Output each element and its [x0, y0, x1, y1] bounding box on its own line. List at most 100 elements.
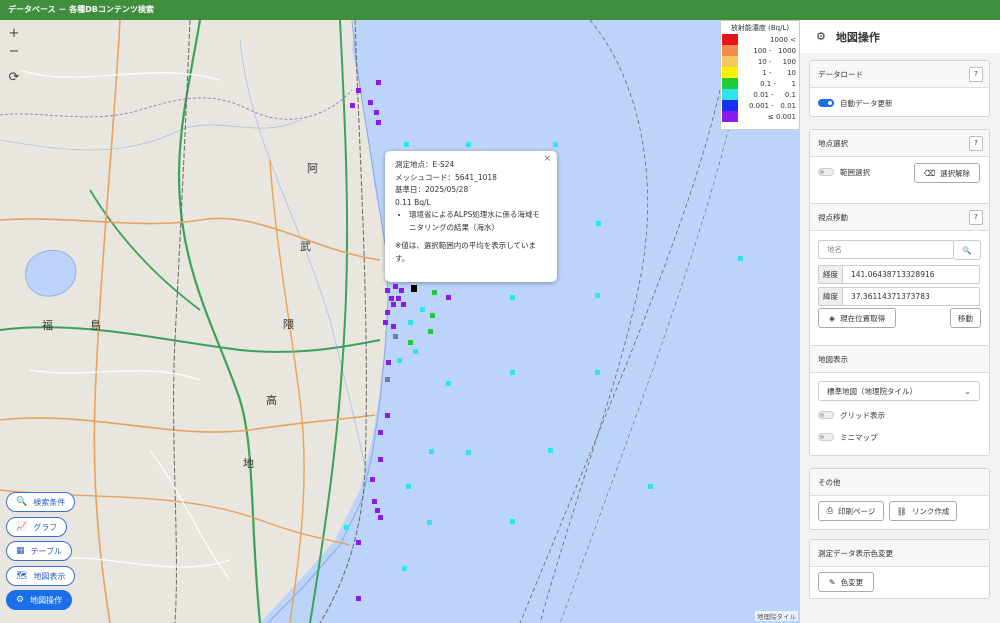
reset-view-icon[interactable]: ⟳	[4, 68, 24, 88]
toggle-switch-off[interactable]	[818, 411, 834, 419]
measurement-point[interactable]	[510, 519, 515, 524]
measurement-point[interactable]	[368, 100, 373, 105]
measurement-point[interactable]	[378, 430, 383, 435]
measurement-point[interactable]	[430, 313, 435, 318]
measurement-point[interactable]	[374, 110, 379, 115]
measurement-point[interactable]	[404, 142, 409, 147]
search-conditions-button[interactable]: 🔍 検索条件	[6, 492, 76, 512]
measurement-point[interactable]	[356, 596, 361, 601]
measurement-point[interactable]	[408, 320, 413, 325]
selected-point-marker[interactable]	[411, 285, 417, 292]
measurement-point[interactable]	[420, 307, 425, 312]
longitude-field[interactable]: 経度 141.06438713328916	[818, 265, 980, 284]
grid-toggle[interactable]: グリッド表示	[818, 408, 885, 422]
measurement-point[interactable]	[397, 358, 402, 363]
measurement-point[interactable]	[370, 477, 375, 482]
measurement-point[interactable]	[344, 525, 349, 530]
measurement-point[interactable]	[595, 370, 600, 375]
latitude-field[interactable]: 緯度 37.36114371373783	[818, 287, 980, 306]
toggle-switch-on[interactable]	[818, 99, 834, 107]
measurement-point[interactable]	[596, 221, 601, 226]
measurement-point[interactable]	[548, 448, 553, 453]
current-location-button[interactable]: ◈ 現在位置取得	[818, 308, 896, 328]
legend-label: 100 - 1000	[753, 46, 796, 55]
popup-date: 基準日：2025/05/28	[395, 185, 469, 194]
measurement-point[interactable]	[385, 377, 390, 382]
measurement-point[interactable]	[378, 457, 383, 462]
measurement-point[interactable]	[408, 340, 413, 345]
measurement-point[interactable]	[428, 329, 433, 334]
legend-row: 0.1 - 1	[721, 78, 799, 89]
search-conditions-label: 検索条件	[33, 497, 66, 507]
measurement-point[interactable]	[383, 320, 388, 325]
measurement-point[interactable]	[510, 295, 515, 300]
measurement-point[interactable]	[595, 293, 600, 298]
measurement-point[interactable]	[466, 142, 471, 147]
measurement-point[interactable]	[466, 450, 471, 455]
view-move-card: 視点移動? 地名 🔍 経度 141.06438713328916 緯度 37.361…	[809, 203, 990, 353]
popup-mesh: メッシュコード：5641_1018	[395, 172, 497, 182]
point-select-help-button[interactable]: ?	[969, 136, 983, 151]
clear-selection-button[interactable]: ⌫ 選択解除	[914, 163, 980, 183]
measurement-point[interactable]	[385, 413, 390, 418]
color-change-button[interactable]: ✎ 色変更	[818, 572, 874, 592]
place-search-button[interactable]: 🔍	[953, 240, 981, 260]
measurement-point[interactable]	[375, 508, 380, 513]
measurement-point[interactable]	[376, 80, 381, 85]
table-button[interactable]: ▦ テーブル	[6, 541, 73, 561]
move-button[interactable]: 移動	[950, 308, 981, 328]
measurement-point[interactable]	[446, 381, 451, 386]
data-load-help-button[interactable]: ?	[969, 67, 983, 82]
map-display-button[interactable]: 🗺 地図表示	[6, 566, 76, 586]
measurement-point[interactable]	[510, 370, 515, 375]
measurement-point[interactable]	[391, 324, 396, 329]
measurement-point[interactable]	[399, 288, 404, 293]
legend-label: 1 - 10	[762, 68, 796, 77]
measurement-point[interactable]	[429, 449, 434, 454]
popup-close-icon[interactable]: ×	[543, 153, 551, 166]
location-icon: ◈	[828, 313, 836, 323]
measurement-point[interactable]	[386, 360, 391, 365]
view-move-help-button[interactable]: ?	[969, 210, 983, 225]
popup-item: 環境省によるALPS処理水に係る海域モニタリングの結果（海水）	[409, 209, 547, 234]
auto-update-toggle[interactable]: 自動データ更新	[818, 96, 981, 110]
legend-row: 1000 <	[721, 34, 799, 45]
measurement-point[interactable]	[402, 566, 407, 571]
toggle-switch-off[interactable]	[818, 168, 834, 176]
measurement-point[interactable]	[648, 484, 653, 489]
measurement-point[interactable]	[391, 302, 396, 307]
measurement-point[interactable]	[393, 284, 398, 289]
measurement-point[interactable]	[427, 520, 432, 525]
measurement-point[interactable]	[553, 142, 558, 147]
measurement-point[interactable]	[393, 334, 398, 339]
measurement-point[interactable]	[406, 484, 411, 489]
measurement-point[interactable]	[385, 310, 390, 315]
measurement-point[interactable]	[738, 256, 743, 261]
legend-row: 0.001 - 0.01	[721, 100, 799, 111]
measurement-point[interactable]	[446, 295, 451, 300]
measurement-point[interactable]	[432, 290, 437, 295]
zoom-in-button[interactable]: +	[4, 24, 24, 44]
measurement-point[interactable]	[385, 288, 390, 293]
map-icon: 🗺	[16, 571, 28, 581]
map-view[interactable]: + − ⟳ 福 島 阿 武 隈 高 地 放射能濃度 (Bq/L) 1000 < 1…	[0, 20, 800, 623]
measurement-point[interactable]	[372, 499, 377, 504]
measurement-point[interactable]	[396, 296, 401, 301]
graph-button[interactable]: 📈 グラフ	[6, 517, 68, 537]
measurement-point[interactable]	[376, 120, 381, 125]
measurement-point[interactable]	[356, 540, 361, 545]
toggle-switch-off[interactable]	[818, 433, 834, 441]
measurement-point[interactable]	[401, 302, 406, 307]
measurement-point[interactable]	[413, 349, 418, 354]
basemap-select[interactable]: 標準地図（地理院タイル） ⌄	[818, 381, 980, 401]
zoom-out-button[interactable]: −	[4, 42, 24, 62]
minimap-toggle[interactable]: ミニマップ	[818, 430, 878, 444]
print-page-button[interactable]: ⎙ 印刷ページ	[818, 501, 884, 521]
measurement-point[interactable]	[378, 515, 383, 520]
map-operation-button[interactable]: ⚙ 地図操作	[6, 590, 73, 610]
create-link-button[interactable]: ⛓ リンク作成	[889, 501, 957, 521]
measurement-point[interactable]	[389, 296, 394, 301]
measurement-point[interactable]	[356, 88, 361, 93]
place-name-input[interactable]: 地名	[818, 240, 954, 259]
measurement-point[interactable]	[350, 103, 355, 108]
